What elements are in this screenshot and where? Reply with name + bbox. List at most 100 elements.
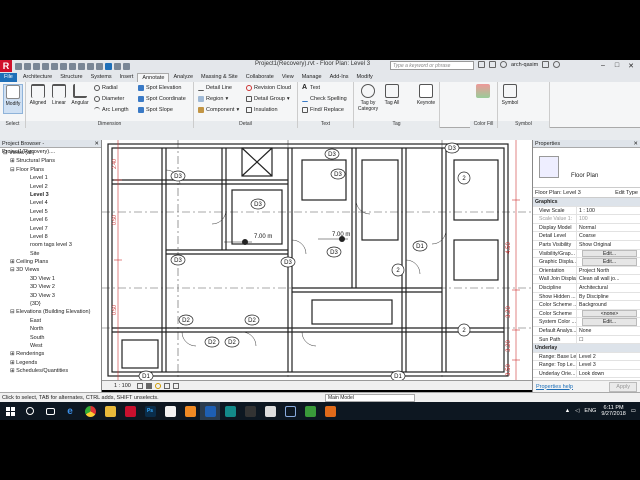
side-dimension-text[interactable]: 4.50: [506, 242, 512, 254]
shadows-icon[interactable]: [163, 382, 170, 389]
component-button[interactable]: Component ▾: [198, 107, 239, 113]
property-edit-button[interactable]: <none>: [582, 309, 637, 318]
tree-item[interactable]: ⊟ 3D Views: [0, 266, 101, 274]
property-row[interactable]: Color Scheme ... Background: [533, 301, 640, 310]
properties-help-link[interactable]: Properties help: [536, 384, 573, 390]
tree-item[interactable]: ⊞ Ceiling Plans: [0, 258, 101, 266]
property-row[interactable]: Sun Path ☐: [533, 335, 640, 345]
user-name[interactable]: arch-qasim: [511, 62, 538, 68]
3d-view-icon[interactable]: [87, 62, 94, 70]
tree-item[interactable]: ⊟ Elevations (Building Elevation): [0, 308, 101, 316]
view-scale[interactable]: 1 : 100: [114, 383, 131, 389]
property-row[interactable]: Discipline Architectural: [533, 283, 640, 293]
left-dimension-text[interactable]: 2.40: [112, 159, 118, 169]
property-row[interactable]: Graphic Displa... Edit...: [533, 258, 640, 267]
property-row[interactable]: Underlay Orie... Look down: [533, 369, 640, 379]
diameter-dim-button[interactable]: Diameter: [94, 96, 124, 102]
tree-item[interactable]: ⊟ Floor Plans: [0, 166, 101, 174]
task-view-button[interactable]: [40, 402, 60, 420]
tree-item[interactable]: {3D}: [0, 300, 101, 308]
keynote-button[interactable]: Keynote: [414, 84, 438, 106]
side-dimension-text[interactable]: 3.50: [506, 364, 512, 376]
tab-manage[interactable]: Manage: [298, 73, 326, 82]
property-value[interactable]: Normal: [577, 224, 640, 232]
tree-item-active[interactable]: Level 3: [0, 191, 101, 199]
left-dimension-text[interactable]: 0.50: [112, 305, 118, 315]
instance-filter[interactable]: Floor Plan: Level 3: [535, 190, 581, 196]
switch-windows-icon[interactable]: [123, 62, 130, 70]
modify-button[interactable]: Modify: [3, 84, 23, 114]
crop-view-icon[interactable]: [172, 382, 179, 389]
tab-file[interactable]: File: [0, 73, 17, 82]
property-edit-button[interactable]: Edit...: [582, 258, 637, 266]
cart-icon[interactable]: [542, 61, 550, 68]
property-row[interactable]: View Scale 1 : 100: [533, 206, 640, 216]
property-value[interactable]: Edit...: [577, 258, 640, 266]
redo-icon[interactable]: [42, 62, 49, 70]
detail-group-button[interactable]: Detail Group ▾: [246, 96, 290, 102]
edit-type-button[interactable]: Edit Type: [615, 190, 638, 196]
revit-logo-button[interactable]: R: [0, 60, 12, 72]
explorer-app[interactable]: [100, 402, 120, 420]
close-icon[interactable]: ✕: [624, 60, 638, 71]
linear-dim-button[interactable]: Linear: [49, 84, 69, 106]
edge-app[interactable]: e: [60, 402, 80, 420]
property-row[interactable]: Visibility/Grap... Edit...: [533, 249, 640, 259]
angular-dim-button[interactable]: Angular: [70, 84, 90, 106]
app-monitor[interactable]: [280, 402, 300, 420]
measure-icon[interactable]: [60, 62, 67, 70]
save-icon[interactable]: [24, 62, 31, 70]
tree-item[interactable]: Level 7: [0, 225, 101, 233]
app-blank[interactable]: [240, 402, 260, 420]
property-section-header[interactable]: Graphics: [533, 198, 640, 207]
close-hidden-icon[interactable]: [114, 62, 121, 70]
acrobat-app[interactable]: [120, 402, 140, 420]
tree-item[interactable]: East: [0, 317, 101, 325]
tree-item[interactable]: ⊞ Renderings: [0, 350, 101, 358]
spot-slope-button[interactable]: Spot Slope: [138, 107, 173, 113]
tree-item[interactable]: room tags level 3: [0, 241, 101, 249]
tab-view[interactable]: View: [278, 73, 298, 82]
property-row[interactable]: Parts Visibility Show Original: [533, 240, 640, 250]
property-value[interactable]: Project North: [577, 267, 640, 275]
app-white[interactable]: [260, 402, 280, 420]
property-row[interactable]: Color Scheme <none>: [533, 309, 640, 319]
app-green[interactable]: [300, 402, 320, 420]
tree-item[interactable]: ⊞ Legends: [0, 359, 101, 367]
tree-item[interactable]: Level 4: [0, 199, 101, 207]
active-model-select[interactable]: Main Model: [325, 394, 415, 402]
detail-line-button[interactable]: Detail Line: [198, 85, 232, 91]
tab-insert[interactable]: Insert: [116, 73, 138, 82]
section-icon[interactable]: [96, 62, 103, 70]
property-value[interactable]: ☐: [577, 336, 640, 344]
tab-structure[interactable]: Structure: [56, 73, 86, 82]
clock[interactable]: 6:11 PM 9/27/2018: [601, 405, 625, 418]
side-dimension-text[interactable]: 3.20: [506, 306, 512, 318]
search-taskbar-button[interactable]: [20, 402, 40, 420]
tab-massing-site[interactable]: Massing & Site: [197, 73, 242, 82]
property-value[interactable]: Level 2: [577, 353, 640, 361]
tree-item[interactable]: South: [0, 334, 101, 342]
close-icon[interactable]: ✕: [94, 140, 99, 147]
visual-style-icon[interactable]: [145, 382, 152, 389]
thin-lines-icon[interactable]: [105, 62, 112, 70]
tree-item[interactable]: 3D View 1: [0, 275, 101, 283]
symbol-button[interactable]: Symbol: [500, 84, 520, 106]
property-value[interactable]: Clean all wall jo...: [577, 275, 640, 283]
tree-item[interactable]: Level 1: [0, 174, 101, 182]
property-value[interactable]: Level 3: [577, 361, 640, 369]
spot-coordinate-button[interactable]: Spot Coordinate: [138, 96, 186, 102]
sun-path-icon[interactable]: [154, 382, 161, 389]
undo-icon[interactable]: [33, 62, 40, 70]
property-row[interactable]: Range: Base Le... Level 2: [533, 352, 640, 362]
tag-icon[interactable]: [69, 62, 76, 70]
property-row[interactable]: Default Analys... None: [533, 326, 640, 336]
property-row[interactable]: Show Hidden ... By Discipline: [533, 292, 640, 302]
property-row[interactable]: System Color ... Edit...: [533, 318, 640, 327]
property-edit-button[interactable]: Edit...: [582, 318, 637, 326]
property-value[interactable]: Show Original: [577, 241, 640, 249]
property-value[interactable]: By Discipline: [577, 293, 640, 301]
search-input[interactable]: Type a keyword or phrase: [390, 61, 474, 70]
floor-plan-drawing[interactable]: D3D3D3D3 D3D3D3D3D2 D2D2 D2D1D1D12227.00 m7…: [102, 140, 532, 380]
property-row[interactable]: Orientation Project North: [533, 266, 640, 276]
